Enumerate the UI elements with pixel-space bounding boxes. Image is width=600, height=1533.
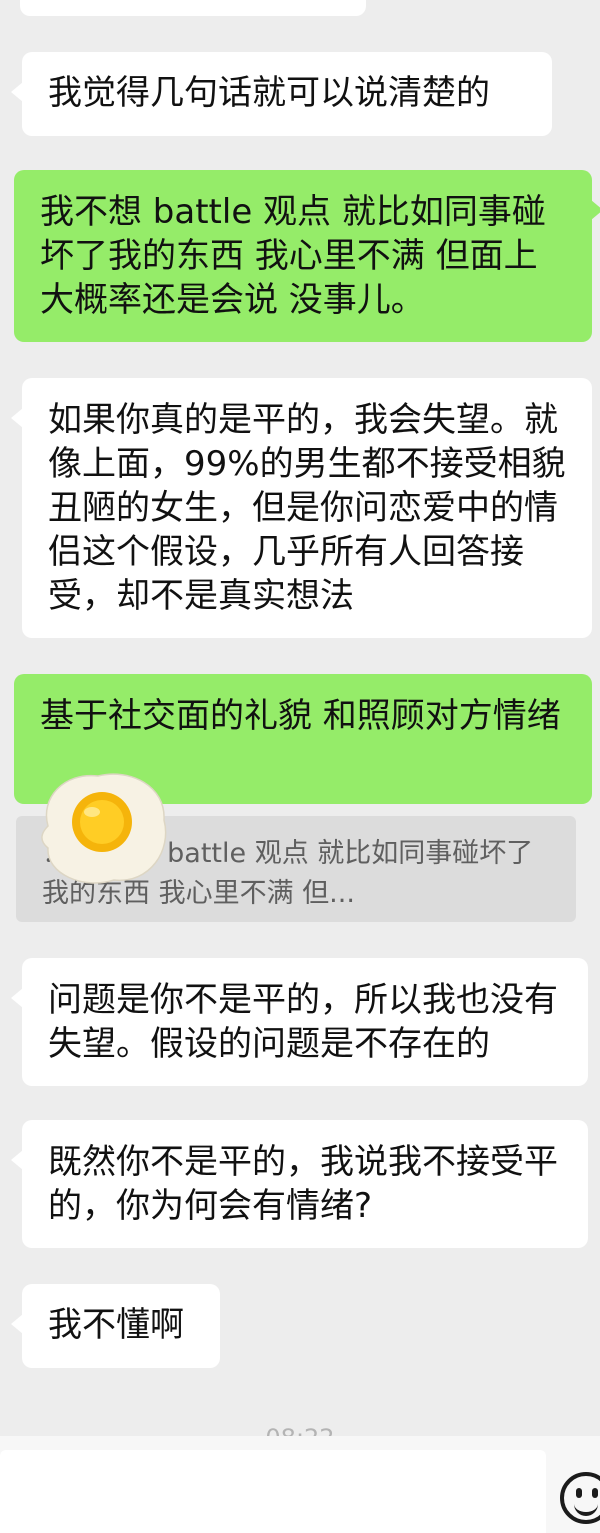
previous-message-bubble	[20, 0, 366, 16]
message-bubble-received[interactable]: 我不懂啊	[11, 1284, 220, 1368]
message-input[interactable]	[0, 1450, 546, 1533]
message-bubble-received[interactable]: 既然你不是平的，我说我不接受平的，你为何会有情绪?	[11, 1120, 588, 1248]
message-bubble-received[interactable]: 问题是你不是平的，所以我也没有失望。假设的问题是不存在的	[11, 958, 588, 1086]
chat-input-bar	[0, 1436, 600, 1533]
fried-egg-sticker	[41, 773, 167, 884]
emoji-icon[interactable]	[560, 1472, 600, 1524]
message-bubble-received[interactable]: 我觉得几句话就可以说清楚的	[11, 52, 552, 136]
message-bubble-received[interactable]: 如果你真的是平的，我会失望。就像上面，99%的男生都不接受相貌丑陋的女生，但是你…	[11, 378, 592, 638]
message-bubble-sent[interactable]: 我不想 battle 观点 就比如同事碰坏了我的东西 我心里不满 但面上大概率还…	[14, 170, 600, 342]
message-timestamp: 08:22	[0, 1420, 600, 1436]
